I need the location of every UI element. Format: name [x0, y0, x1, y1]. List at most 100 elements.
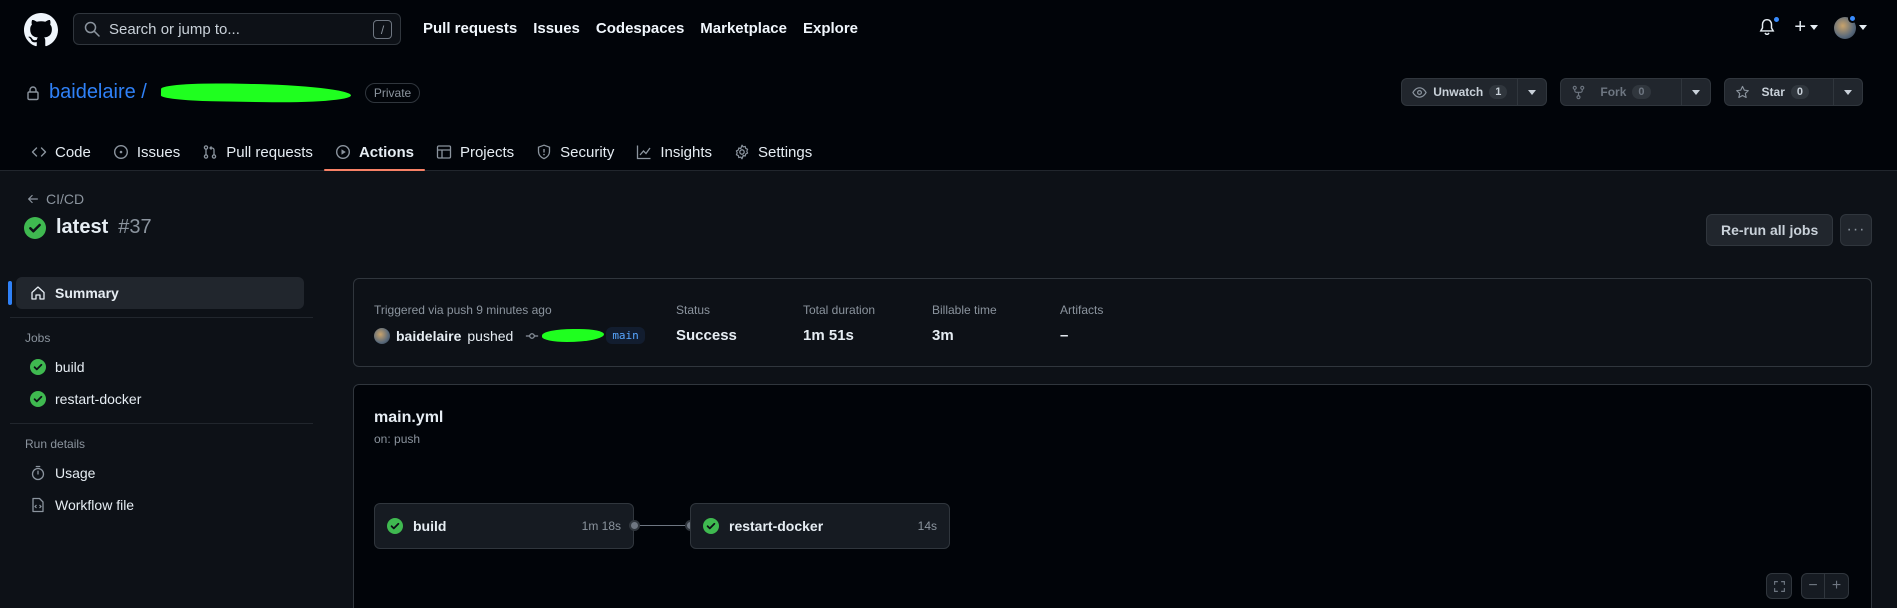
nav-codespaces[interactable]: Codespaces — [596, 20, 684, 37]
run-number: #37 — [118, 216, 152, 238]
tab-insights[interactable]: Insights — [625, 133, 723, 171]
workflow-graph: main.yml on: push build 1m 18s restart-d… — [353, 384, 1872, 608]
caret-down-icon — [1528, 89, 1537, 95]
nav-marketplace[interactable]: Marketplace — [700, 20, 787, 37]
sidebar-item-job-restart-docker[interactable]: restart-docker — [16, 383, 304, 415]
fork-dropdown[interactable] — [1681, 78, 1711, 106]
tab-settings[interactable]: Settings — [723, 133, 823, 171]
branch-label[interactable]: main — [606, 327, 645, 344]
global-header: Search or jump to... / Pull requests Iss… — [0, 0, 1897, 61]
notifications-button[interactable] — [1758, 14, 1782, 38]
duration-column: Total duration 1m 51s — [803, 303, 876, 344]
workflow-trigger: on: push — [374, 432, 421, 446]
gear-icon — [735, 144, 749, 160]
tab-actions[interactable]: Actions — [323, 133, 425, 171]
nav-explore[interactable]: Explore — [803, 20, 858, 37]
artifacts-column: Artifacts – — [1060, 303, 1104, 344]
stopwatch-icon — [31, 465, 45, 481]
search-input[interactable]: Search or jump to... / — [73, 13, 401, 45]
back-to-workflow-link[interactable]: CI/CD — [26, 191, 84, 207]
plus-icon: + — [1794, 16, 1806, 38]
job-connector — [634, 525, 690, 526]
caret-down-icon — [1691, 89, 1700, 95]
sidebar-item-job-build[interactable]: build — [16, 351, 304, 383]
status-indicator — [1848, 13, 1857, 23]
file-code-icon — [32, 497, 44, 513]
create-new-button[interactable]: + — [1794, 16, 1818, 39]
fork-group: Fork 0 — [1560, 78, 1711, 106]
run-title: latest #37 — [24, 216, 152, 239]
check-circle-icon — [30, 391, 46, 407]
repo-title: baidelaire / Private — [25, 81, 421, 104]
fork-icon — [1573, 85, 1585, 99]
duration-value: 1m 51s — [803, 327, 854, 344]
star-dropdown[interactable] — [1834, 78, 1863, 106]
artifacts-value: – — [1060, 327, 1069, 344]
nav-issues[interactable]: Issues — [533, 20, 580, 37]
trigger-info: Triggered via push 9 minutes ago baidela… — [374, 303, 645, 344]
trigger-label: Triggered via push 9 minutes ago — [374, 303, 552, 317]
avatar — [374, 327, 390, 344]
unwatch-button[interactable]: Unwatch 1 — [1401, 78, 1519, 106]
check-circle-icon — [387, 518, 403, 534]
job-node-build[interactable]: build 1m 18s — [374, 503, 634, 549]
shield-icon — [537, 144, 551, 160]
search-placeholder: Search or jump to... — [109, 20, 240, 38]
run-name: latest — [56, 216, 109, 238]
commit-link[interactable] — [525, 329, 605, 343]
eye-icon — [1412, 86, 1427, 98]
tab-security[interactable]: Security — [525, 133, 625, 171]
fork-button[interactable]: Fork 0 — [1560, 78, 1682, 106]
watch-count: 1 — [1489, 85, 1508, 99]
sidebar-item-workflow-file[interactable]: Workflow file — [16, 489, 304, 521]
billable-column: Billable time 3m — [932, 303, 997, 344]
billable-value: 3m — [932, 327, 954, 344]
pull-request-icon — [203, 145, 217, 159]
divider — [10, 317, 313, 318]
github-logo-icon[interactable] — [24, 13, 58, 47]
jobs-heading: Jobs — [25, 331, 51, 345]
tab-code[interactable]: Code — [20, 133, 102, 171]
watch-group: Unwatch 1 — [1401, 78, 1548, 106]
nav-pull-requests[interactable]: Pull requests — [423, 20, 517, 37]
tab-pull-requests[interactable]: Pull requests — [191, 133, 324, 171]
caret-down-icon — [1844, 89, 1852, 95]
issue-icon — [113, 144, 128, 160]
star-icon — [1735, 85, 1749, 98]
home-icon — [31, 286, 45, 300]
tab-issues[interactable]: Issues — [102, 133, 191, 171]
status-value: Success — [676, 327, 737, 344]
fullscreen-icon — [1773, 580, 1785, 592]
more-options-button[interactable]: ··· — [1840, 214, 1872, 246]
push-action: pushed — [467, 327, 514, 344]
rerun-all-jobs-button[interactable]: Re-run all jobs — [1706, 214, 1834, 246]
redacted-repo-name — [160, 81, 352, 104]
search-icon — [84, 21, 100, 37]
job-duration: 1m 18s — [581, 519, 621, 533]
star-button[interactable]: Star 0 — [1723, 78, 1834, 106]
graph-icon — [637, 145, 651, 160]
table-icon — [436, 145, 452, 159]
user-menu-button[interactable] — [1834, 13, 1867, 39]
push-info: baidelaire pushed main — [374, 327, 645, 344]
repo-owner-link[interactable]: baidelaire / — [49, 81, 147, 104]
sidebar-item-usage[interactable]: Usage — [16, 457, 304, 489]
watch-dropdown[interactable] — [1518, 78, 1548, 106]
git-commit-icon — [526, 332, 539, 339]
run-sidebar: Summary Jobs build restart-docker Run de… — [8, 277, 313, 521]
arrow-left-icon — [28, 194, 38, 204]
repo-tabs: Code Issues Pull requests Actions Projec… — [20, 133, 823, 171]
sidebar-item-summary[interactable]: Summary — [8, 277, 304, 309]
tab-projects[interactable]: Projects — [425, 133, 525, 171]
zoom-in-button[interactable]: + — [1825, 573, 1849, 599]
search-shortcut-key: / — [373, 20, 392, 39]
job-node-restart-docker[interactable]: restart-docker 14s — [690, 503, 950, 549]
zoom-out-button[interactable]: − — [1801, 573, 1825, 599]
star-group: Star 0 — [1723, 78, 1863, 106]
job-duration: 14s — [917, 519, 937, 533]
pusher-link[interactable]: baidelaire — [396, 328, 461, 344]
fullscreen-button[interactable] — [1766, 573, 1792, 599]
divider — [10, 423, 313, 424]
code-icon — [31, 147, 47, 157]
repo-actions: Unwatch 1 Fork 0 Star 0 — [1401, 78, 1863, 106]
